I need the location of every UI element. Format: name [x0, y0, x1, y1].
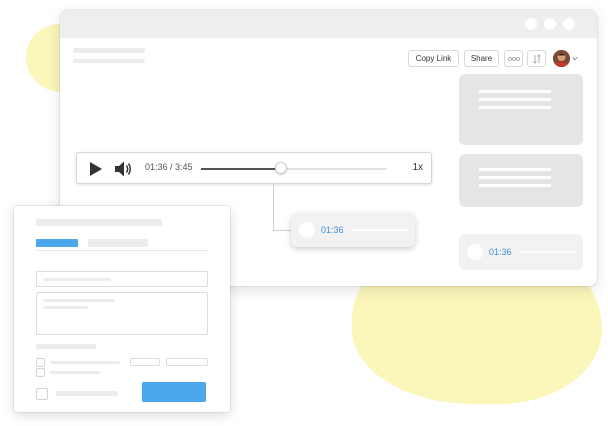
- seek-bar[interactable]: [201, 162, 387, 174]
- share-label: Share: [470, 54, 493, 63]
- form-title-placeholder: [36, 219, 162, 226]
- commenter-avatar: [299, 222, 315, 238]
- tab-inactive[interactable]: [88, 239, 148, 247]
- page-title-placeholder: [73, 48, 145, 53]
- copy-link-label: Copy Link: [415, 54, 452, 63]
- small-input[interactable]: [130, 358, 160, 366]
- comment-text-placeholder: [351, 229, 407, 231]
- share-button[interactable]: Share: [464, 50, 499, 67]
- comment-card[interactable]: [459, 74, 583, 145]
- avatar[interactable]: [553, 50, 570, 67]
- submit-button[interactable]: [142, 382, 206, 402]
- more-options-button[interactable]: [504, 50, 523, 67]
- audio-player: 01:36 / 3:45 1x: [76, 152, 432, 184]
- playback-speed[interactable]: 1x: [412, 162, 423, 173]
- checkbox[interactable]: [36, 368, 45, 377]
- tab-active[interactable]: [36, 239, 78, 247]
- chevron-down-icon[interactable]: [572, 56, 578, 61]
- comment-text-placeholder: [479, 90, 551, 93]
- tab-divider: [36, 250, 208, 251]
- comment-card[interactable]: [459, 154, 583, 207]
- comment-connector: [273, 184, 274, 230]
- checkbox-label-placeholder: [50, 371, 100, 374]
- copy-link-button[interactable]: Copy Link: [408, 50, 459, 67]
- textarea-field[interactable]: [36, 292, 208, 335]
- seek-handle[interactable]: [274, 162, 287, 174]
- user-avatar-icon: [553, 50, 570, 67]
- comment-text-placeholder: [519, 251, 575, 253]
- page-subtitle-placeholder: [73, 59, 145, 63]
- time-display: 01:36 / 3:45: [145, 162, 193, 172]
- form-window: [14, 206, 230, 412]
- text-field[interactable]: [36, 271, 208, 287]
- section-label-placeholder: [36, 344, 96, 349]
- comment-text-placeholder: [479, 176, 551, 179]
- commenter-avatar: [467, 244, 483, 260]
- checkbox[interactable]: [36, 358, 45, 367]
- sort-button[interactable]: [527, 50, 546, 67]
- seek-bar-progress: [201, 168, 281, 170]
- field-placeholder: [43, 278, 111, 281]
- sort-icon: [532, 53, 541, 64]
- volume-icon[interactable]: [114, 160, 133, 178]
- more-icon: [507, 56, 520, 61]
- checkbox[interactable]: [36, 388, 48, 400]
- small-input[interactable]: [166, 358, 208, 366]
- checkbox-label-placeholder: [56, 391, 118, 396]
- comment-text-placeholder: [479, 184, 551, 187]
- play-icon[interactable]: [89, 161, 103, 177]
- window-dot[interactable]: [525, 18, 537, 30]
- timestamp-comment[interactable]: 01:36: [459, 234, 583, 270]
- field-placeholder: [43, 306, 88, 309]
- comment-connector: [273, 230, 291, 231]
- window-dot[interactable]: [563, 18, 575, 30]
- window-dot[interactable]: [544, 18, 556, 30]
- comment-timestamp[interactable]: 01:36: [321, 225, 344, 235]
- stage: Copy Link Share 01:36 / 3:45 1x 01:36 01…: [0, 0, 608, 426]
- title-bar: [60, 10, 597, 38]
- comment-timestamp[interactable]: 01:36: [489, 247, 512, 257]
- checkbox-label-placeholder: [50, 361, 120, 364]
- comment-text-placeholder: [479, 168, 551, 171]
- comment-text-placeholder: [479, 98, 551, 101]
- comment-text-placeholder: [479, 106, 551, 109]
- field-placeholder: [43, 299, 115, 302]
- timestamp-comment[interactable]: 01:36: [291, 213, 415, 247]
